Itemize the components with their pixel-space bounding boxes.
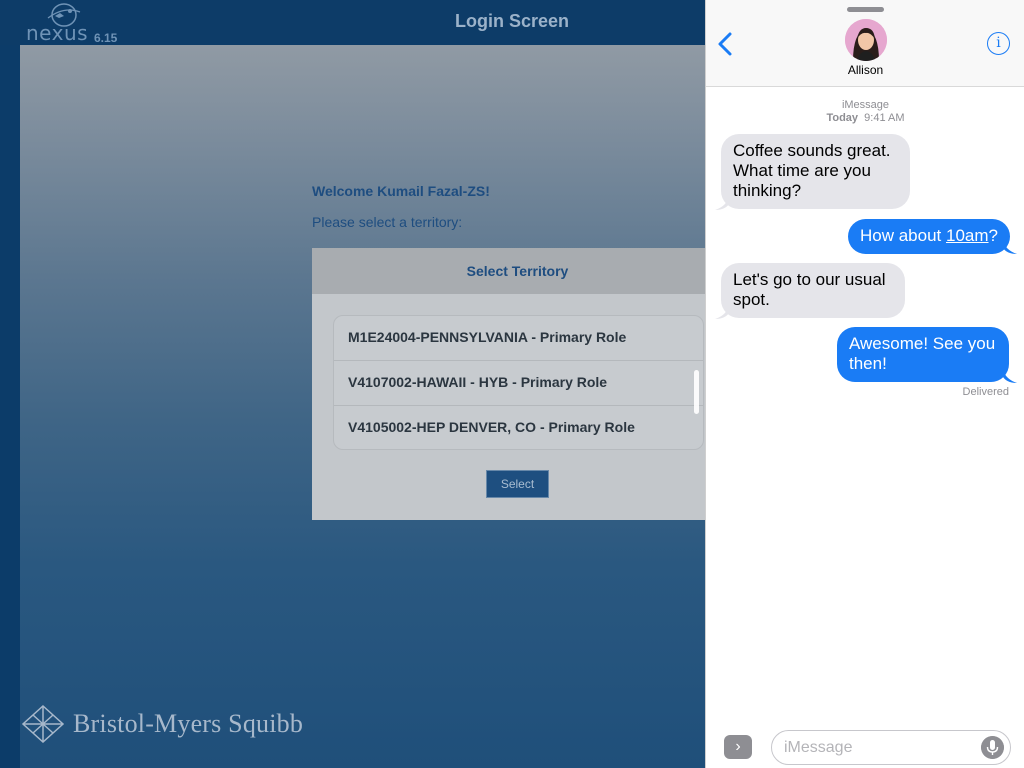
- person-avatar-icon: [845, 19, 887, 61]
- territory-prompt: Please select a territory:: [312, 214, 463, 230]
- info-icon[interactable]: i: [987, 32, 1010, 55]
- panel-title: Select Territory: [466, 263, 569, 279]
- welcome-text: Welcome Kumail Fazal-ZS!: [312, 183, 490, 199]
- list-scrollbar[interactable]: [694, 370, 699, 414]
- message-bubble-incoming[interactable]: Coffee sounds great. What time are you t…: [721, 134, 910, 209]
- message-text: How about: [860, 226, 946, 245]
- message-input[interactable]: iMessage: [771, 730, 1011, 765]
- messages-pane: Allison i iMessage Today 9:41 AM Coffee …: [705, 0, 1024, 768]
- delivery-status: Delivered: [962, 386, 1009, 398]
- avatar[interactable]: [845, 19, 887, 61]
- timestamp: Today 9:41 AM: [706, 112, 1024, 124]
- drag-handle[interactable]: [847, 7, 884, 12]
- timestamp-time: 9:41 AM: [864, 112, 905, 124]
- select-button[interactable]: Select: [486, 470, 549, 498]
- back-chevron-icon[interactable]: [714, 30, 738, 58]
- microphone-icon[interactable]: [981, 736, 1004, 759]
- time-link[interactable]: 10am: [946, 226, 989, 245]
- bms-logo-icon: [22, 705, 64, 743]
- brand-name: Bristol-Myers Squibb: [73, 709, 304, 738]
- page-title: Login Screen: [454, 11, 570, 31]
- contact-name[interactable]: Allison: [706, 63, 1024, 77]
- message-bubble-incoming[interactable]: Let's go to our usual spot.: [721, 263, 905, 318]
- territory-item[interactable]: M1E24004-PENNSYLVANIA - Primary Role: [334, 316, 703, 361]
- territory-panel: Select Territory M1E24004-PENNSYLVANIA -…: [312, 248, 705, 520]
- nexus-app: nexus 6.15 Login Screen Welcome Kumail F…: [0, 0, 705, 768]
- company-logo: Bristol-Myers Squibb: [22, 703, 312, 745]
- service-label: iMessage: [841, 99, 890, 111]
- territory-item[interactable]: V4107002-HAWAII - HYB - Primary Role: [334, 361, 703, 406]
- message-bubble-outgoing[interactable]: How about 10am?: [848, 219, 1010, 254]
- conversation-header: Allison i: [706, 0, 1024, 87]
- input-placeholder: iMessage: [784, 739, 853, 756]
- left-edge: [0, 45, 20, 768]
- message-text: ?: [988, 226, 998, 245]
- app-store-icon[interactable]: ›: [724, 735, 752, 759]
- territory-item[interactable]: V4105002-HEP DENVER, CO - Primary Role: [334, 406, 703, 449]
- territory-list[interactable]: M1E24004-PENNSYLVANIA - Primary Role V41…: [333, 315, 704, 450]
- message-bubble-outgoing[interactable]: Awesome! See you then!: [837, 327, 1009, 382]
- timestamp-day: Today: [826, 112, 859, 124]
